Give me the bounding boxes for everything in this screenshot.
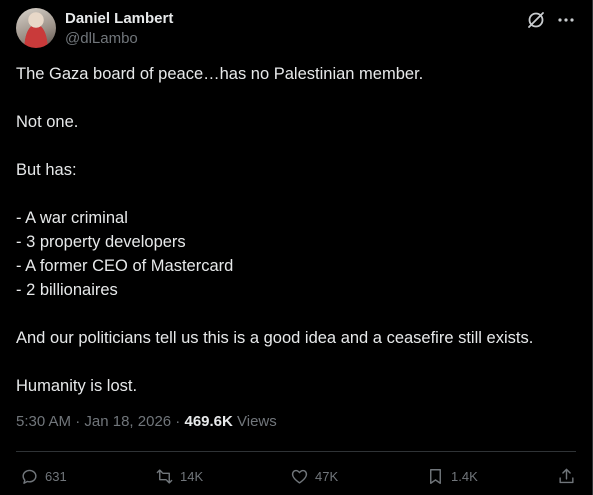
more-icon[interactable] [556,10,576,30]
bookmark-icon [430,468,441,484]
views-count[interactable]: 469.6K [184,413,232,430]
post-line: And our politicians tell us this is a go… [16,329,534,347]
reply-count: 631 [45,468,67,484]
author-names: Daniel Lambert @dlLambo [65,9,173,48]
like-count: 47K [315,468,339,484]
post-time[interactable]: 5:30 AM [16,413,71,430]
bookmark-count: 1.4K [451,468,478,484]
post-date[interactable]: Jan 18, 2026 [84,413,171,430]
divider [16,451,576,452]
share-icon [559,468,574,483]
post-line: The Gaza board of peace…has no Palestini… [16,65,424,83]
repost-button[interactable]: 14K [155,465,203,487]
repost-icon [156,468,173,484]
post-line: Humanity is lost. [16,377,138,395]
post-line-gap [16,182,580,206]
post-line-gap [16,350,580,374]
views-label: Views [232,413,277,430]
post-header: Daniel Lambert @dlLambo [16,6,576,48]
post-text: The Gaza board of peace…has no Palestini… [16,62,580,398]
post-line-gap [16,134,580,158]
repost-count: 14K [180,468,204,484]
share-button[interactable] [557,465,576,487]
post-line-gap [16,302,580,326]
like-button[interactable]: 47K [290,465,338,487]
bookmark-button[interactable]: 1.4K [426,465,478,487]
avatar[interactable] [16,8,56,48]
author-display-name[interactable]: Daniel Lambert [65,9,173,28]
post-line: - A war criminal [16,209,128,227]
meta-separator: · [171,413,185,430]
post-meta: 5:30 AM · Jan 18, 2026 · 469.6K Views [16,412,277,432]
author-handle[interactable]: @dlLambo [65,29,173,48]
post-card: Daniel Lambert @dlLambo The Gaza board o… [0,0,593,495]
meta-separator: · [71,413,85,430]
post-line: - 2 billionaires [16,281,118,299]
post-line: Not one. [16,113,79,131]
post-line-gap [16,86,580,110]
reply-icon [22,469,37,484]
post-line: But has: [16,161,77,179]
grok-icon[interactable] [526,10,546,30]
action-bar: 631 14K 47K 1.4K [16,461,576,491]
reply-button[interactable]: 631 [20,465,67,487]
post-line: - 3 property developers [16,233,186,251]
post-line: - A former CEO of Mastercard [16,257,234,275]
heart-icon [291,469,308,484]
